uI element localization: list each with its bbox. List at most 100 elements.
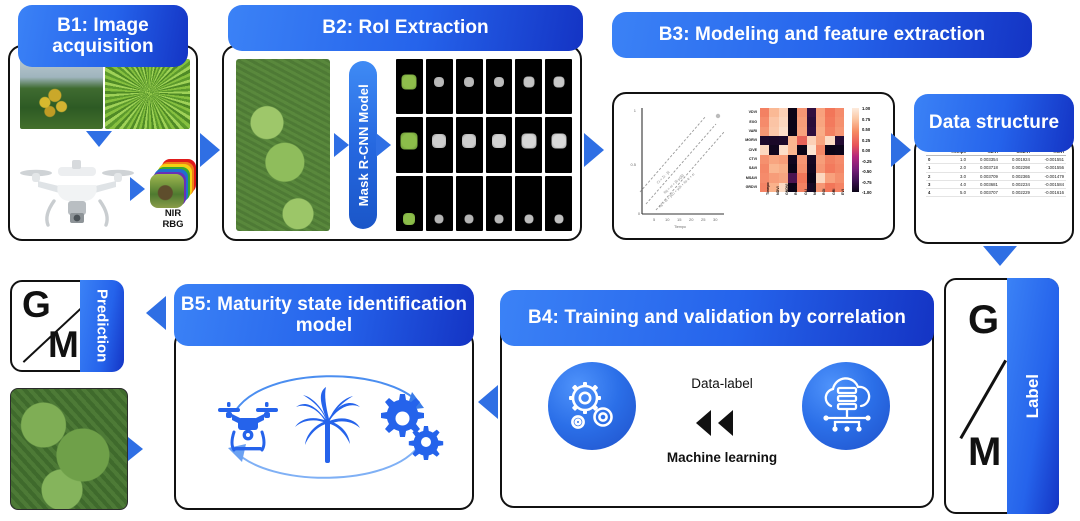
heatmap-cell: [806, 117, 816, 127]
heatmap-cell: [825, 135, 835, 146]
heatmap-cell: [760, 154, 770, 164]
arrow-b1-to-b2: [200, 133, 220, 167]
heatmap-cell: [787, 117, 798, 127]
table-cell: 0.002298: [999, 163, 1032, 173]
heatmap-cell: [815, 145, 826, 155]
nir-line1: NIR: [164, 208, 182, 219]
heatmap-cell: [834, 163, 844, 174]
heatmap-y-label: MSAVI: [745, 175, 757, 180]
palm-fruit-photo: [20, 59, 103, 129]
table-row: 0 1.0 0.003354 0.001924 -0.001551: [926, 155, 1066, 165]
table-row: 3 4.0 0.003681 0.002234 -0.001584: [926, 180, 1066, 189]
svg-text:30: 30: [713, 217, 718, 222]
heatmap-cell: [797, 126, 807, 136]
heatmap-cell: [825, 173, 835, 183]
b1-body: NIR RBG: [8, 45, 198, 241]
heatmap-cell: [815, 126, 826, 136]
b4-header-label: B4: Training and validation by correlati…: [528, 307, 906, 329]
heatmap-x-label: GLI: [803, 189, 808, 195]
heatmap-y-label: SAVI: [748, 166, 757, 171]
cloud-database-icon-circle: [802, 362, 890, 450]
mask-rcnn-model-pill: Mask R-CNN Model: [349, 61, 377, 229]
table-row: 1 2.0 0.003718 0.002298 -0.001556: [926, 163, 1066, 173]
heatmap-cell: [769, 163, 779, 174]
cloud-database-network-icon: [823, 377, 871, 432]
table-row: 2 3.0 0.003709 0.002365 -0.001479: [926, 172, 1066, 181]
table-cell: 0.003707: [967, 188, 1000, 198]
table-cell: -0.001616: [1031, 188, 1066, 198]
table-cell: 0.003354: [967, 155, 1000, 165]
colorbar-tick: -0.75: [862, 179, 872, 185]
heatmap-y-label: EXG: [749, 119, 757, 124]
heatmap-cell: [834, 154, 844, 164]
heatmap-cell: [778, 135, 788, 146]
heatmap-cell: [834, 126, 844, 136]
heatmap-cell: [806, 145, 816, 155]
heatmap-x-label: GNDVI: [785, 183, 790, 195]
svg-text:10: 10: [665, 217, 670, 222]
heatmap-cell: [825, 145, 835, 155]
heatmap-x-label: EVI: [841, 189, 846, 195]
label-letter-m: M: [968, 430, 1002, 474]
b1-down-arrow: [86, 131, 112, 147]
heatmap-cell: [797, 173, 807, 183]
table-cell: -0.001551: [1031, 155, 1066, 165]
drone-icon: [218, 402, 278, 452]
prediction-letter-g: G: [22, 284, 51, 325]
b1-header: B1: Image acquisition: [18, 5, 188, 67]
heatmap-cell: [825, 117, 835, 127]
nir-rgb-stack: NIR RBG: [150, 159, 196, 229]
heatmap-cell: [760, 117, 770, 127]
table-cell: 0: [926, 155, 940, 165]
svg-text:5: 5: [653, 217, 656, 222]
svg-text:25: 25: [701, 217, 706, 222]
table-cell: 2: [926, 172, 940, 181]
heatmap-cell: [760, 108, 770, 118]
svg-text:0: 0: [638, 211, 641, 216]
workflow-diagram: NIR RBG B1: Image acquisition Mask R-CNN…: [0, 0, 1080, 521]
heatmap-cell: [815, 154, 826, 164]
svg-text:Ci = Σi · βi: Ci = Σi · βi: [656, 170, 671, 185]
b1-right-small-arrow: [130, 177, 145, 201]
b2-arrow-to-model: [334, 133, 349, 157]
heatmap-cell: [825, 108, 835, 118]
heatmap-cell: [797, 108, 807, 118]
table-cell: 1: [926, 163, 940, 173]
b4-header: B4: Training and validation by correlati…: [500, 290, 934, 346]
table-cell: -0.001556: [1031, 163, 1066, 173]
heatmap-cell: [769, 145, 779, 155]
svg-text:Tiempo: Tiempo: [674, 225, 686, 229]
drone-icon: [20, 160, 134, 227]
data-label-text: Data-label: [691, 376, 753, 391]
nir-thumbnail: [150, 174, 184, 208]
heatmap-cell: [797, 154, 807, 164]
roi-cell-grid: [396, 59, 572, 231]
correlation-heatmap: VDVI EXG VARI MGRVI CIVE CTVI SAVI MSAVI GRDVI T…: [726, 102, 892, 234]
roi-cell: [396, 59, 423, 115]
roi-cell: [485, 175, 513, 231]
b2-header-label: B2: RoI Extraction: [322, 17, 489, 39]
heatmap-y-label: MGRVI: [745, 138, 757, 143]
colorbar-tick: 0.50: [862, 127, 871, 132]
arrow-b2-to-b3: [584, 133, 604, 167]
colorbar-tick: -0.50: [862, 169, 872, 174]
heatmap-cell: [825, 154, 835, 164]
heatmap-cell: [815, 135, 826, 146]
label-letter-g: G: [968, 298, 1000, 342]
colorbar-tick: 0.00: [862, 148, 871, 153]
data-structure-header-label: Data structure: [928, 112, 1060, 134]
table-cell: -0.001479: [1031, 172, 1066, 181]
table-cell: 4: [926, 188, 940, 198]
heatmap-cell: [815, 173, 826, 183]
table-cell: 3: [926, 180, 940, 189]
heatmap-cell: [760, 145, 770, 155]
heatmap-cell: [760, 135, 770, 146]
table-cell: 0.003718: [967, 163, 1000, 173]
heatmap-cell: [834, 135, 844, 146]
roi-cell: [485, 117, 513, 173]
prediction-aerial-photo: [10, 388, 128, 510]
colorbar-tick: -0.25: [862, 158, 872, 164]
heatmap-y-label: VDVI: [748, 110, 757, 115]
roi-cell: [425, 175, 453, 231]
table-cell: 0.002229: [999, 188, 1032, 198]
